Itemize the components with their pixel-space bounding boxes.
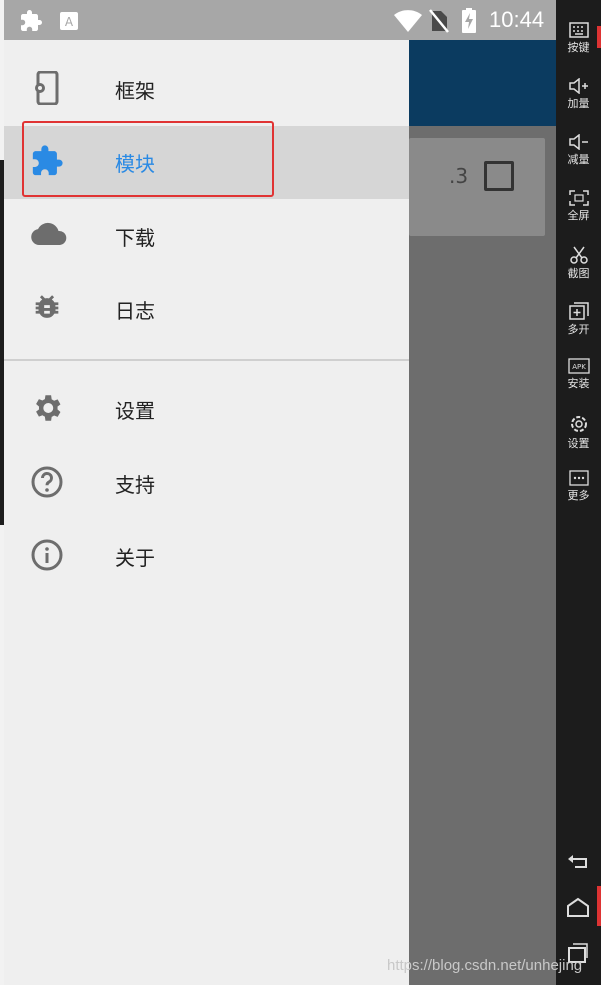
side-button-label: 全屏 (567, 209, 590, 222)
side-button-label: 更多 (567, 489, 590, 502)
side-button-label: 截图 (567, 267, 590, 280)
emulator-side-toolbar: 按键 加量 减量 全屏 截图 多开 APK 安装 设置 更多 (556, 0, 601, 985)
side-button-label: 按键 (567, 41, 590, 54)
volume-down-icon (568, 134, 588, 150)
status-time: 10:44 (489, 7, 545, 32)
a-box-icon: A (60, 12, 78, 34)
drawer-item-label: 日志 (115, 299, 155, 323)
side-volume-up-button[interactable]: 加量 (556, 78, 601, 128)
side-multi-open-button[interactable]: 多开 (556, 302, 601, 352)
no-sim-icon (429, 9, 449, 37)
fullscreen-icon (568, 190, 589, 206)
drawer-item-label: 框架 (115, 79, 155, 103)
side-button-label: 加量 (567, 97, 590, 110)
module-version: .3 (449, 164, 469, 188)
drawer-item-label: 下载 (115, 226, 155, 250)
drawer-item-logs[interactable]: 日志 (4, 273, 409, 346)
drawer-item-label: 设置 (115, 399, 155, 423)
side-keys-button[interactable]: 按键 (556, 22, 601, 72)
svg-text:A: A (65, 15, 74, 29)
help-circle-icon (30, 465, 64, 499)
wifi-icon (394, 10, 422, 36)
side-fullscreen-button[interactable]: 全屏 (556, 190, 601, 240)
module-enable-checkbox[interactable] (484, 161, 514, 191)
side-button-label: 设置 (567, 437, 590, 450)
drawer-divider (4, 359, 409, 361)
phone-screen: .3 A 10:44 框架 模块 下载 日志 设置 支持 关于 (4, 0, 556, 985)
battery-charging-icon (462, 8, 476, 37)
drawer-item-about[interactable]: 关于 (4, 520, 409, 593)
side-button-label: 安装 (567, 377, 590, 390)
home-icon[interactable] (565, 895, 591, 921)
more-icon (568, 470, 589, 486)
drawer-item-label: 关于 (115, 546, 155, 570)
side-settings-button[interactable]: 设置 (556, 414, 601, 464)
side-button-label: 多开 (567, 323, 590, 336)
scissors-icon (569, 246, 588, 264)
navigation-drawer: 框架 模块 下载 日志 设置 支持 关于 (4, 40, 409, 985)
drawer-item-download[interactable]: 下载 (4, 200, 409, 273)
side-install-button[interactable]: APK 安装 (556, 358, 601, 408)
apk-icon: APK (567, 358, 590, 374)
gear-icon (30, 391, 64, 425)
back-icon[interactable] (565, 850, 591, 876)
info-circle-icon (30, 538, 64, 572)
status-bar: A 10:44 (4, 0, 556, 40)
puzzle-icon (19, 9, 43, 37)
side-more-button[interactable]: 更多 (556, 470, 601, 520)
drawer-item-settings[interactable]: 设置 (4, 373, 409, 446)
phone-settings-icon (30, 70, 64, 106)
cloud-icon (30, 218, 67, 252)
bug-icon (30, 291, 64, 325)
side-screenshot-button[interactable]: 截图 (556, 246, 601, 296)
side-button-label: 减量 (567, 153, 590, 166)
multi-open-icon (568, 302, 589, 320)
module-card[interactable] (409, 138, 545, 236)
edge-marker (597, 26, 601, 48)
volume-up-icon (568, 78, 588, 94)
svg-text:APK: APK (572, 363, 586, 371)
highlight-annotation (22, 121, 274, 197)
watermark-text: https://blog.csdn.net/unhejing (387, 957, 583, 974)
side-volume-down-button[interactable]: 减量 (556, 134, 601, 184)
settings-icon (570, 416, 587, 432)
drawer-item-framework[interactable]: 框架 (4, 53, 409, 126)
edge-marker (597, 886, 601, 926)
drawer-item-label: 支持 (115, 473, 155, 497)
keyboard-icon (568, 22, 589, 38)
drawer-item-support[interactable]: 支持 (4, 447, 409, 520)
